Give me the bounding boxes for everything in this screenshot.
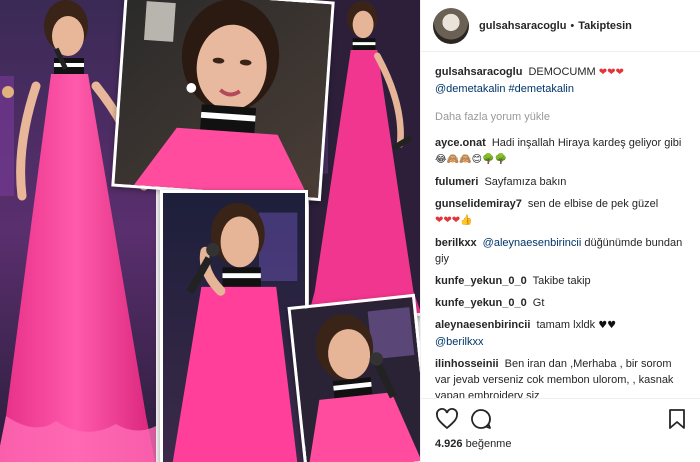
post-actions-bar [421,398,700,438]
comment-item: fulumeri Sayfamıza bakın [435,174,687,190]
comment-username[interactable]: kunfe_yekun_0_0 [435,297,527,309]
comment-username[interactable]: berilkxx [435,237,477,249]
comment-item: gunselidemiray7 sen de elbise de pek güz… [435,196,687,229]
comment-text: Hadi inşallah Hiraya kardeş geliyor gibi [491,137,682,149]
comment-username[interactable]: gunselidemiray7 [435,198,522,210]
caption-username[interactable]: gulsahsaracoglu [435,66,522,78]
post-side-panel: gulsahsaracoglu • Takiptesin gulsahsarac… [420,0,700,462]
comment-emoji: ♥♥ [598,320,617,331]
comment-item: ayce.onat Hadi inşallah Hiraya kardeş ge… [435,135,687,168]
likes-count[interactable]: 4.926 beğenme [435,438,511,450]
likes-number: 4.926 [435,438,463,450]
avatar[interactable] [433,7,469,44]
comment-item: ilinhosseinii Ben iran dan ,Merhaba , bi… [435,356,687,398]
collage-photo-portrait [111,0,335,202]
comment-username[interactable]: fulumeri [435,176,478,188]
caption-hashtag[interactable]: #demetakalin [509,83,574,95]
post-photo-collage[interactable] [0,0,420,462]
comment-text: sen de elbise de pek güzel [527,198,659,210]
comment-item: berilkxx @aleynaesenbirincii düğünümde b… [435,235,687,267]
comment-text: tamam lxldk [536,319,596,331]
comment-item: kunfe_yekun_0_0 Gt [435,295,687,311]
comment-item: aleynaesenbirincii tamam lxldk ♥♥ @beril… [435,317,687,350]
comment-item: kunfe_yekun_0_0 Takibe takip [435,273,687,289]
comment-mention[interactable]: @aleynaesenbirincii [483,237,582,249]
caption-text: DEMOCUMM [528,66,596,78]
bookmark-icon[interactable] [665,407,691,433]
caption-hearts: ❤❤❤ [598,67,624,78]
comment-username[interactable]: ayce.onat [435,137,486,149]
comment-text: Gt [532,297,545,309]
comment-text: Sayfamıza bakın [484,176,567,188]
comment-text: Takibe takip [532,275,591,287]
comments-list: gulsahsaracoglu DEMOCUMM ❤❤❤ @demetakali… [421,52,700,398]
comment-emoji: 😂🙈🙈😊🌳🌳 [435,154,507,165]
speech-bubble-icon[interactable] [469,407,495,433]
collage-photo-singing [160,190,308,462]
heart-outline-icon[interactable] [435,407,461,433]
comment-mention[interactable]: @berilkxx [435,336,483,348]
comment-emoji: ❤❤❤👍 [435,215,473,226]
collage-photo-closeup-mic [287,293,420,462]
follow-status[interactable]: Takiptesin [578,20,632,32]
caption-mention[interactable]: @demetakalin [435,83,505,95]
likes-label: beğenme [465,438,512,450]
comment-username[interactable]: kunfe_yekun_0_0 [435,275,527,287]
load-more-comments[interactable]: Daha fazla yorum yükle [435,111,687,123]
comment-username[interactable]: ilinhosseinii [435,358,499,370]
header-separator: • [570,19,575,32]
comment-username[interactable]: aleynaesenbirincii [435,319,530,331]
header-username[interactable]: gulsahsaracoglu [479,20,566,32]
post-header: gulsahsaracoglu • Takiptesin [421,0,700,52]
post-caption: gulsahsaracoglu DEMOCUMM ❤❤❤ @demetakali… [435,64,687,97]
